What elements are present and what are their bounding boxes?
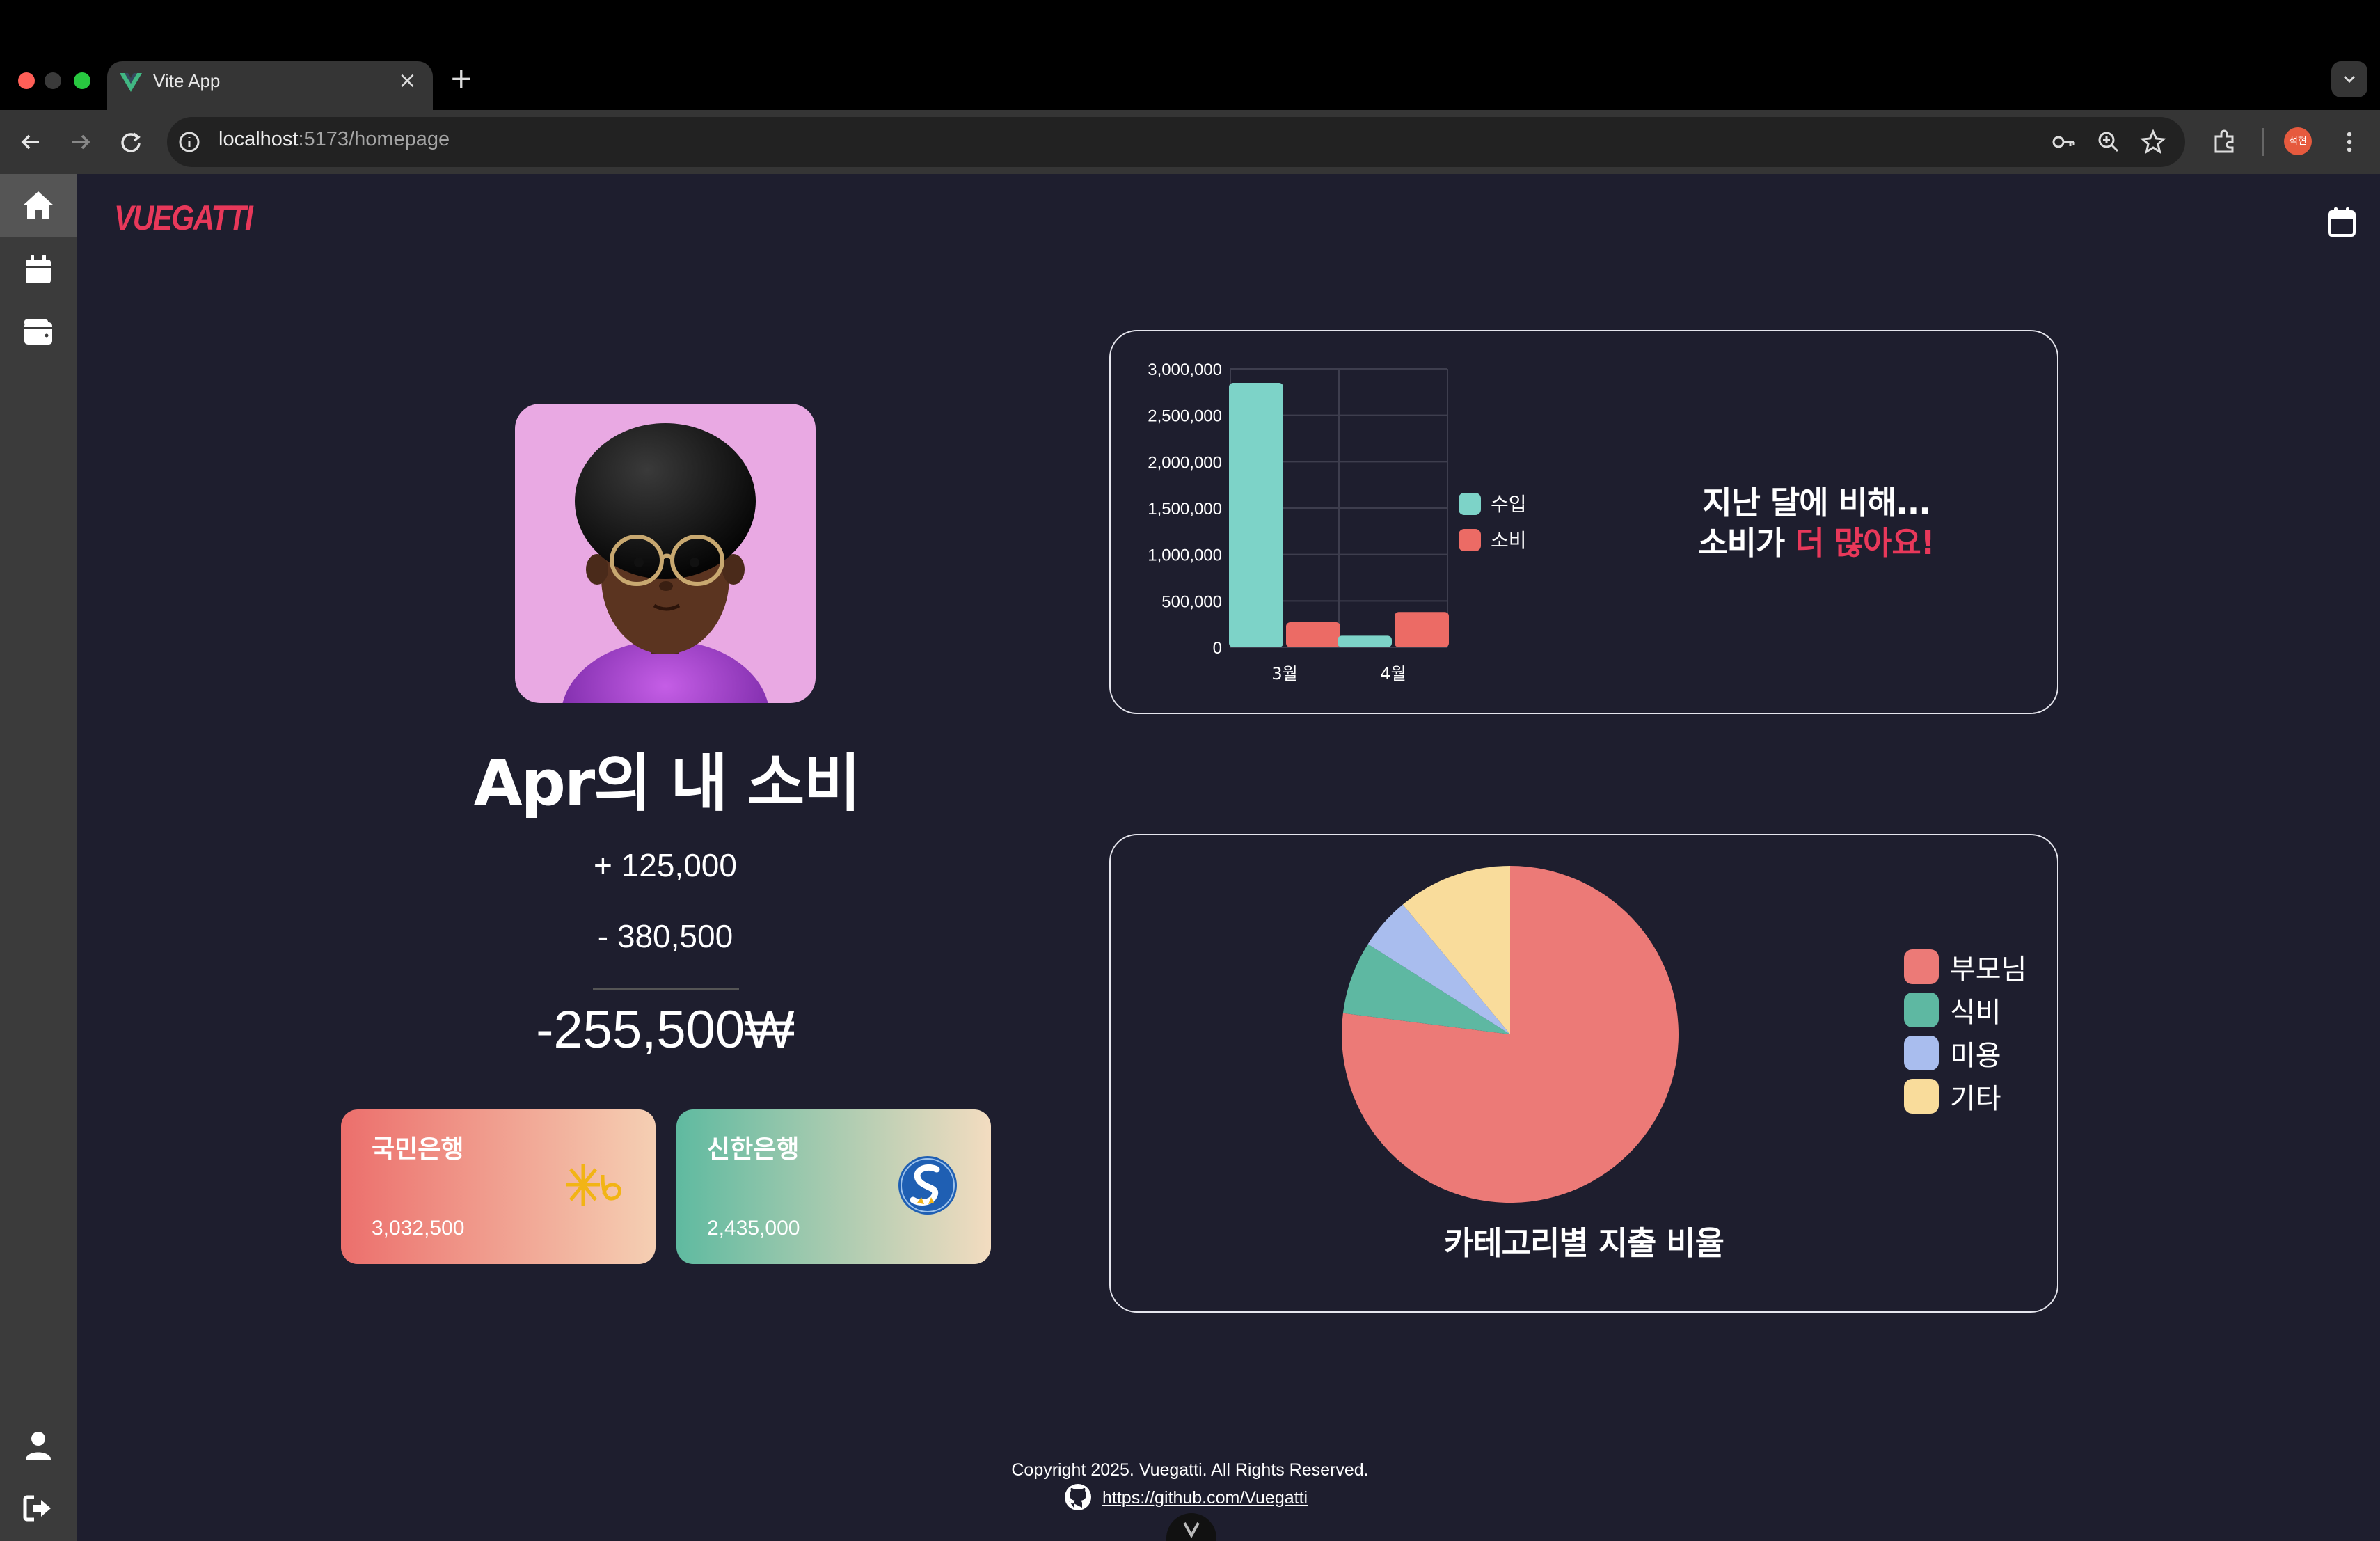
- window-maximize-button[interactable]: [74, 72, 90, 89]
- window-close-button[interactable]: [18, 72, 35, 89]
- comparison-message-prefix: 소비가: [1698, 524, 1795, 562]
- legend-label: 소비: [1491, 529, 1527, 552]
- extensions-icon[interactable]: [2209, 127, 2239, 157]
- bank-card-shinhan[interactable]: 신한은행 2,435,000: [676, 1109, 991, 1264]
- profile-avatar-image: [515, 404, 816, 703]
- legend-swatch: [1459, 529, 1481, 551]
- sidebar-item-logout[interactable]: [0, 1477, 77, 1540]
- bank-name: 신한은행: [707, 1135, 800, 1164]
- user-icon: [26, 1432, 51, 1460]
- kb-bank-logo-icon: [566, 1164, 621, 1206]
- window-minimize-button[interactable]: [45, 72, 61, 89]
- legend-swatch: [1904, 949, 1939, 984]
- profile-avatar[interactable]: 석현: [2284, 127, 2312, 155]
- calendar-icon: [26, 255, 51, 283]
- legend-swatch: [1459, 493, 1481, 515]
- legend-label: 미용: [1950, 1040, 2001, 1072]
- vue-devtools-toggle[interactable]: [1166, 1513, 1216, 1541]
- pie-legend-item: 식비: [1904, 990, 2001, 1030]
- address-bar[interactable]: [167, 117, 2185, 167]
- y-tick-label: 1,500,000: [1148, 500, 1222, 519]
- legend-swatch: [1904, 1079, 1939, 1114]
- wallet-icon: [24, 319, 52, 345]
- vue-favicon-icon: [120, 73, 142, 92]
- new-tab-button[interactable]: +: [450, 63, 473, 95]
- legend-label: 수입: [1491, 493, 1527, 516]
- pie-legend-item: 부모님: [1904, 947, 2026, 987]
- y-tick-label: 0: [1213, 639, 1222, 658]
- tab-search-button[interactable]: [2331, 61, 2367, 97]
- home-icon: [23, 191, 54, 219]
- pie-legend-item: 기타: [1904, 1076, 2001, 1116]
- reload-icon[interactable]: [116, 127, 146, 157]
- sidebar-item-home[interactable]: [0, 174, 77, 237]
- bar-expense: [1286, 622, 1340, 647]
- summary-divider: [593, 988, 739, 990]
- income-total: + 125,000: [594, 847, 737, 883]
- shinhan-bank-logo-icon: [898, 1156, 957, 1215]
- comparison-message-line1: 지난 달에 비해...: [1702, 484, 1930, 521]
- sidebar-item-wallet[interactable]: [0, 301, 77, 363]
- tab-close-icon[interactable]: ×: [398, 67, 417, 93]
- calendar-icon[interactable]: [2327, 206, 2356, 238]
- browser-menu-icon[interactable]: [2334, 127, 2365, 157]
- y-tick-label: 1,000,000: [1148, 546, 1222, 565]
- legend-swatch: [1904, 993, 1939, 1027]
- x-tick-label: 4월: [1380, 664, 1406, 683]
- legend-label: 기타: [1950, 1083, 2001, 1115]
- memoji-illustration: [562, 423, 768, 703]
- expense-total: - 380,500: [597, 918, 733, 954]
- comparison-message-line2: 소비가 더 많아요!: [1656, 518, 1976, 564]
- sidebar: [0, 174, 77, 1541]
- pie-chart-caption: 카테고리별 지출 비율: [1444, 1224, 1724, 1262]
- tab-title: Vite App: [153, 70, 221, 91]
- bar-expense: [1395, 612, 1449, 647]
- logout-icon: [23, 1495, 51, 1522]
- bank-name: 국민은행: [372, 1135, 464, 1164]
- y-tick-label: 2,000,000: [1148, 453, 1222, 472]
- vue-devtools-icon: [1183, 1522, 1200, 1539]
- site-info-icon[interactable]: [175, 128, 203, 156]
- bookmark-star-icon[interactable]: [2138, 127, 2168, 157]
- footer-github-link[interactable]: https://github.com/Vuegatti: [1102, 1488, 1308, 1508]
- key-icon[interactable]: [2049, 127, 2079, 157]
- bank-card-kb[interactable]: 국민은행 3,032,500: [341, 1109, 656, 1264]
- toolbar-separator: [2262, 128, 2264, 156]
- legend-label: 부모님: [1950, 954, 2027, 986]
- income-expense-bar-chart: 0 500,000 1,000,000 1,500,000 2,000,000 2,500…: [1148, 361, 1527, 683]
- bank-balance: 2,435,000: [707, 1217, 800, 1240]
- app-logo[interactable]: VUEGATTI: [114, 198, 253, 238]
- footer-copyright: Copyright 2025. Vuegatti. All Rights Res…: [1011, 1460, 1369, 1480]
- forward-arrow-icon[interactable]: [65, 127, 96, 157]
- y-tick-label: 3,000,000: [1148, 361, 1222, 379]
- url-text[interactable]: localhost:5173/homepage: [219, 128, 450, 151]
- bar-income: [1338, 635, 1392, 647]
- zoom-icon[interactable]: [2093, 127, 2124, 157]
- balance-total: -255,500₩: [536, 1000, 795, 1059]
- bank-balance: 3,032,500: [372, 1217, 465, 1240]
- sidebar-item-calendar[interactable]: [0, 238, 77, 301]
- chevron-down-icon: [2343, 75, 2356, 84]
- category-pie-chart: [1342, 866, 1679, 1203]
- pie-legend-item: 미용: [1904, 1033, 2001, 1073]
- page-title: Apr의 내 소비: [473, 747, 861, 820]
- y-tick-label: 500,000: [1161, 592, 1222, 611]
- github-icon[interactable]: [1063, 1483, 1093, 1512]
- x-tick-label: 3월: [1271, 664, 1297, 683]
- back-arrow-icon[interactable]: [15, 127, 46, 157]
- legend-label: 식비: [1950, 997, 2001, 1029]
- y-tick-label: 2,500,000: [1148, 407, 1222, 426]
- bar-income: [1229, 383, 1283, 647]
- legend-swatch: [1904, 1036, 1939, 1070]
- comparison-message-highlight: 더 많아요!: [1795, 524, 1935, 562]
